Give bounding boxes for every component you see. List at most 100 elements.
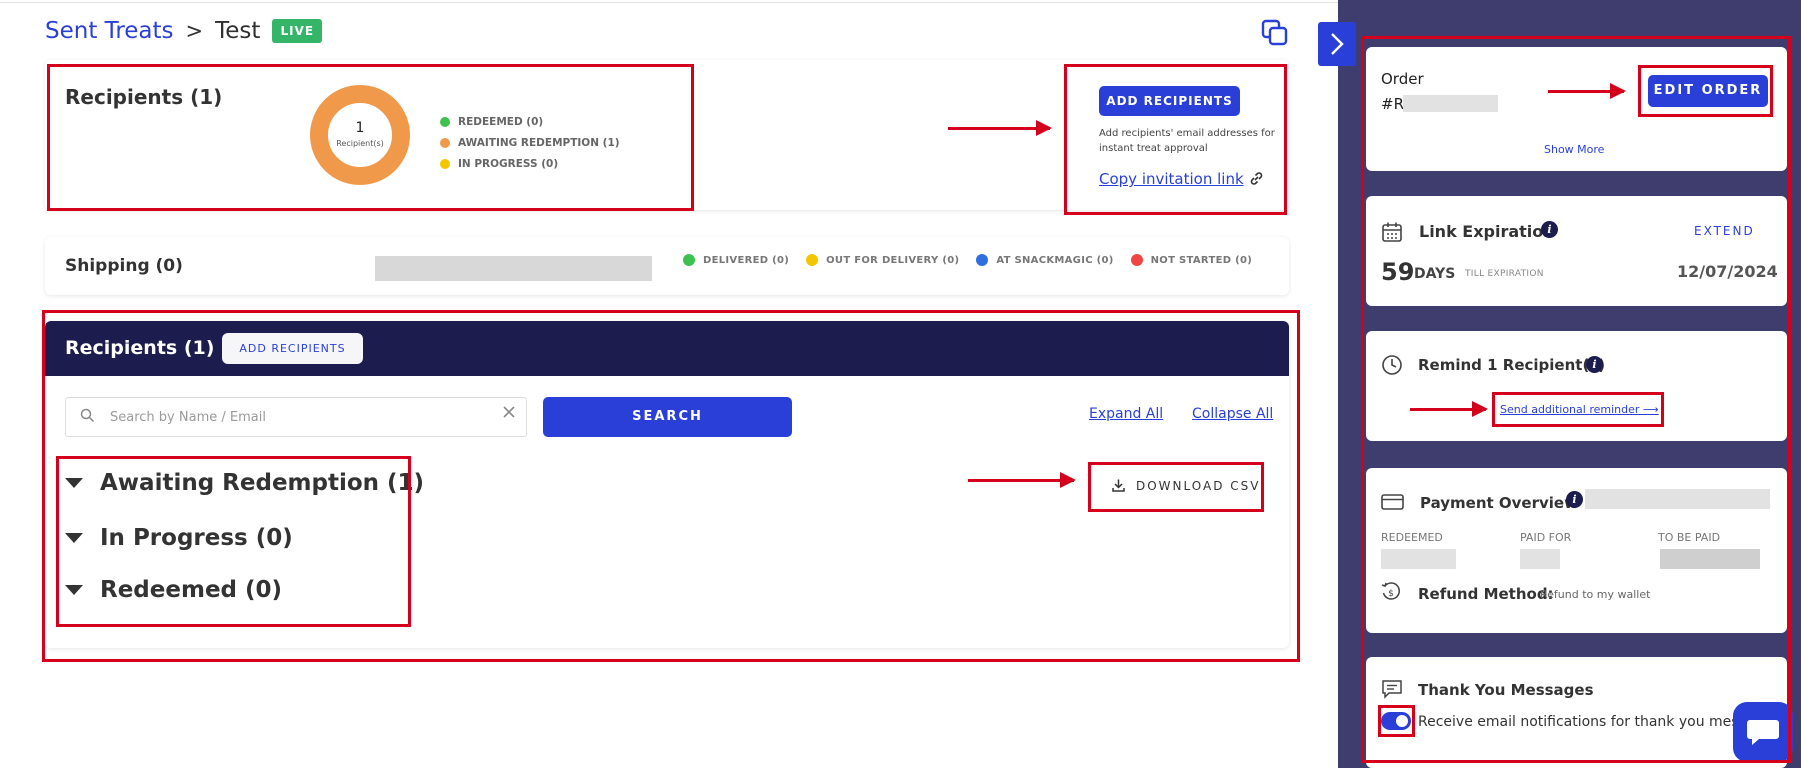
redacted-order-number xyxy=(1403,95,1498,112)
payment-col-paid-for: PAID FOR xyxy=(1520,531,1572,544)
redacted-payment-summary xyxy=(1585,489,1770,509)
group-awaiting-redemption[interactable]: Awaiting Redemption (1) xyxy=(65,470,424,496)
legend-label: REDEEMED (0) xyxy=(458,115,544,128)
info-icon[interactable]: i xyxy=(1566,491,1583,508)
legend-item-not-started: NOT STARTED (0) xyxy=(1130,254,1253,266)
annotation-arrow xyxy=(968,472,1076,488)
chevron-right-icon xyxy=(1331,33,1344,55)
download-icon xyxy=(1112,479,1125,492)
message-icon xyxy=(1382,680,1402,699)
breadcrumb-sent-treats-link[interactable]: Sent Treats xyxy=(45,18,174,44)
payment-col-to-be-paid: TO BE PAID xyxy=(1658,531,1721,544)
days-caption: TILL EXPIRATION xyxy=(1465,269,1544,279)
sidebar-toggle-button[interactable] xyxy=(1318,22,1356,66)
donut-count: 1 xyxy=(355,120,365,136)
legend-label: AWAITING REDEMPTION (1) xyxy=(458,136,620,149)
link-icon[interactable] xyxy=(1248,170,1265,187)
email-notification-toggle[interactable] xyxy=(1381,712,1411,730)
legend-dot-yellow xyxy=(806,254,819,266)
shipping-card xyxy=(45,237,1289,295)
collapse-all-link[interactable]: Collapse All xyxy=(1192,406,1273,422)
search-input[interactable] xyxy=(110,399,490,435)
legend-label: NOT STARTED (0) xyxy=(1150,254,1253,266)
caret-down-icon xyxy=(65,533,83,543)
duplicate-icon[interactable] xyxy=(1260,18,1290,48)
calendar-icon xyxy=(1382,222,1402,242)
info-icon[interactable]: i xyxy=(1586,356,1603,373)
legend-item-awaiting: AWAITING REDEMPTION (1) xyxy=(440,132,620,153)
group-in-progress[interactable]: In Progress (0) xyxy=(65,525,293,551)
days-unit: DAYS xyxy=(1414,266,1456,282)
link-expiration-title: Link Expiration xyxy=(1419,222,1555,241)
payment-col-redeemed: REDEEMED xyxy=(1381,531,1443,544)
days-remaining: 59 xyxy=(1381,258,1415,286)
breadcrumb-separator: > xyxy=(185,19,204,43)
chat-button[interactable] xyxy=(1733,702,1793,762)
order-id: #R xyxy=(1381,95,1404,113)
annotation-arrow xyxy=(1410,401,1488,417)
redacted-paid-amount xyxy=(1520,549,1560,569)
download-csv-label: DOWNLOAD CSV xyxy=(1136,478,1261,493)
top-divider xyxy=(0,2,1338,3)
legend-dot-yellow xyxy=(440,158,450,169)
group-redeemed[interactable]: Redeemed (0) xyxy=(65,577,282,603)
legend-item-delivered: DELIVERED (0) xyxy=(683,254,789,266)
thank-you-title: Thank You Messages xyxy=(1418,681,1594,699)
thank-you-card xyxy=(1366,657,1787,768)
legend-item-redeemed: REDEEMED (0) xyxy=(440,111,620,132)
extend-button[interactable]: EXTEND xyxy=(1694,224,1755,238)
group-label: In Progress (0) xyxy=(100,525,293,551)
copy-invitation-link[interactable]: Copy invitation link xyxy=(1099,170,1244,188)
legend-item-in-progress: IN PROGRESS (0) xyxy=(440,153,620,174)
legend-label: DELIVERED (0) xyxy=(703,254,790,266)
legend-dot-blue xyxy=(976,254,989,266)
legend-dot-green xyxy=(440,116,450,127)
legend-dot-red xyxy=(1130,254,1143,266)
legend-dot-orange xyxy=(440,137,450,148)
remind-card xyxy=(1366,331,1787,441)
caret-down-icon xyxy=(65,585,83,595)
refund-method-label: Refund Method: xyxy=(1418,585,1554,603)
shipping-progress-bar xyxy=(375,256,652,281)
shipping-title: Shipping (0) xyxy=(65,256,183,276)
recipients-summary-title: Recipients (1) xyxy=(65,85,223,109)
annotation-arrow xyxy=(948,120,1052,136)
legend-item-at-snackmagic: AT SNACKMAGIC (0) xyxy=(976,254,1113,266)
recipients-table-title: Recipients (1) xyxy=(65,337,215,359)
page: Sent Treats > Test LIVE Recipients (1) 1… xyxy=(0,0,1801,768)
group-label: Awaiting Redemption (1) xyxy=(100,470,425,496)
info-icon[interactable]: i xyxy=(1541,221,1558,238)
clock-icon xyxy=(1382,355,1402,375)
send-reminder-link[interactable]: Send additional reminder ⟶ xyxy=(1500,403,1659,416)
email-notification-label: Receive email notifications for thank yo… xyxy=(1418,714,1774,730)
link-expiration-card xyxy=(1366,196,1787,306)
search-button[interactable]: SEARCH xyxy=(543,397,792,437)
expand-all-link[interactable]: Expand All xyxy=(1089,406,1163,422)
legend-dot-green xyxy=(683,254,695,266)
show-more-link[interactable]: Show More xyxy=(1544,143,1604,156)
edit-order-button[interactable]: EDIT ORDER xyxy=(1648,75,1768,107)
close-icon[interactable] xyxy=(502,405,516,419)
refund-icon: $ xyxy=(1381,582,1400,600)
legend-label: AT SNACKMAGIC (0) xyxy=(996,254,1114,266)
page-title: Test xyxy=(215,18,261,44)
legend-label: IN PROGRESS (0) xyxy=(458,157,559,170)
chat-icon xyxy=(1747,720,1779,745)
search-icon xyxy=(80,408,95,423)
add-recipients-button[interactable]: ADD RECIPIENTS xyxy=(1099,86,1240,116)
legend-label: OUT FOR DELIVERY (0) xyxy=(826,254,960,266)
breadcrumb: Sent Treats > Test LIVE xyxy=(45,18,323,44)
add-recipients-secondary-button[interactable]: ADD RECIPIENTS xyxy=(222,333,363,364)
download-csv-button[interactable]: DOWNLOAD CSV xyxy=(1111,478,1261,493)
svg-text:$: $ xyxy=(1388,589,1394,599)
credit-card-icon xyxy=(1381,494,1404,510)
legend-item-out-for-delivery: OUT FOR DELIVERY (0) xyxy=(806,254,959,266)
status-badge: LIVE xyxy=(272,19,323,43)
group-label: Redeemed (0) xyxy=(100,577,283,603)
refund-method-value: Refund to my wallet xyxy=(1540,588,1651,601)
annotation-arrow xyxy=(1548,83,1626,99)
caret-down-icon xyxy=(65,478,83,488)
recipients-legend: REDEEMED (0) AWAITING REDEMPTION (1) IN … xyxy=(440,111,620,174)
redacted-due-amount xyxy=(1660,549,1760,569)
expiration-date: 12/07/2024 xyxy=(1677,262,1778,281)
